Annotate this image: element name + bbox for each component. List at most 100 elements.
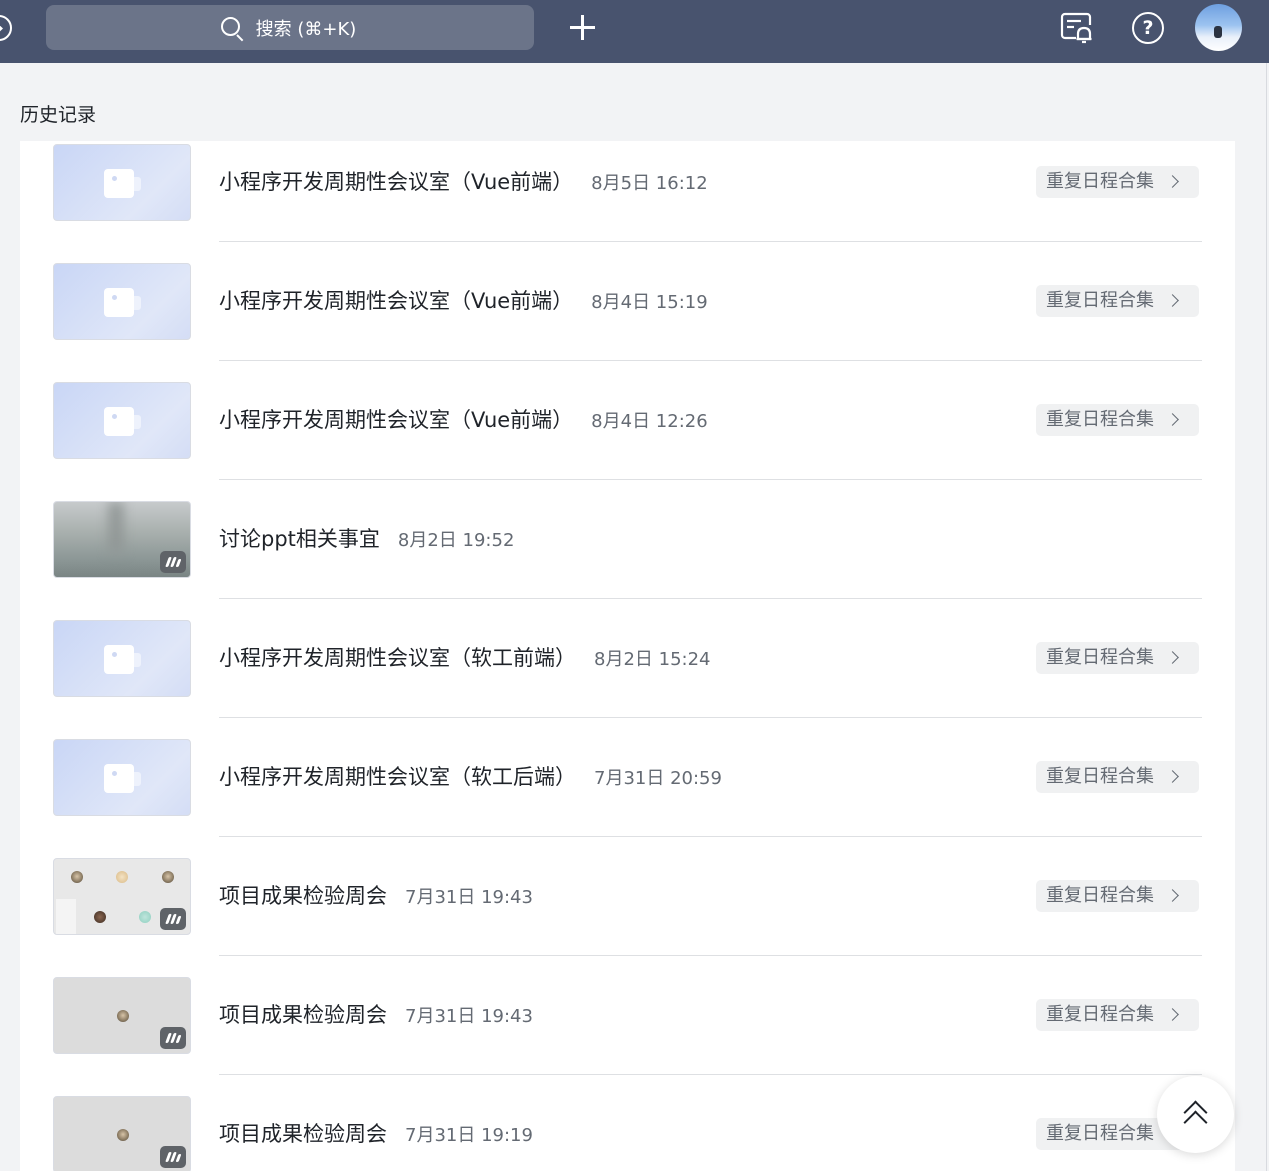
- video-camera-icon: [104, 407, 142, 436]
- participant-avatar: [71, 871, 83, 883]
- video-camera-icon: [104, 764, 142, 793]
- meeting-row[interactable]: 小程序开发周期性会议室（Vue前端） 8月5日 16:12 重复日程合集: [20, 141, 1235, 260]
- recurring-series-button[interactable]: 重复日程合集: [1036, 404, 1199, 436]
- chevron-right-icon: [1166, 1008, 1179, 1021]
- row-divider: [219, 836, 1202, 837]
- recording-icon: [160, 908, 186, 930]
- meeting-title[interactable]: 项目成果检验周会 7月31日 19:19: [219, 1118, 533, 1148]
- recurring-series-button[interactable]: 重复日程合集: [1036, 642, 1199, 674]
- series-button-label: 重复日程合集: [1046, 1004, 1154, 1025]
- meeting-thumbnail[interactable]: [53, 977, 191, 1054]
- chevron-right-icon: [1166, 175, 1179, 188]
- recurring-series-button[interactable]: 重复日程合集: [1036, 999, 1199, 1031]
- search-placeholder: 搜索 (⌘+K): [255, 18, 357, 40]
- top-bar: 搜索 (⌘+K) ?: [0, 0, 1269, 63]
- participant-avatar: [116, 871, 128, 883]
- recording-icon: [160, 1146, 186, 1168]
- meeting-name: 小程序开发周期性会议室（Vue前端）: [219, 289, 574, 313]
- series-button-label: 重复日程合集: [1046, 885, 1154, 906]
- row-divider: [219, 955, 1202, 956]
- meeting-title[interactable]: 小程序开发周期性会议室（软工后端） 7月31日 20:59: [219, 761, 722, 791]
- participant-avatar: [139, 911, 151, 923]
- row-divider: [219, 479, 1202, 480]
- series-button-label: 重复日程合集: [1046, 409, 1154, 430]
- meeting-thumbnail[interactable]: [53, 263, 191, 340]
- meeting-title[interactable]: 项目成果检验周会 7月31日 19:43: [219, 880, 533, 910]
- series-button-label: 重复日程合集: [1046, 1123, 1154, 1144]
- participant-avatar: [117, 1010, 129, 1022]
- page-title: 历史记录: [20, 104, 97, 126]
- series-button-label: 重复日程合集: [1046, 647, 1154, 668]
- back-to-top-button[interactable]: [1157, 1076, 1234, 1153]
- row-divider: [219, 360, 1202, 361]
- video-camera-icon: [104, 645, 142, 674]
- meeting-title[interactable]: 小程序开发周期性会议室（软工前端） 8月2日 15:24: [219, 642, 711, 672]
- chevron-right-icon: [1166, 413, 1179, 426]
- recurring-series-button[interactable]: 重复日程合集: [1036, 166, 1199, 198]
- meeting-thumbnail[interactable]: [53, 382, 191, 459]
- meeting-row[interactable]: 项目成果检验周会 7月31日 19:19 重复日程合集: [20, 1093, 1235, 1171]
- video-camera-icon: [104, 169, 142, 198]
- meeting-title[interactable]: 小程序开发周期性会议室（Vue前端） 8月4日 15:19: [219, 285, 708, 315]
- meeting-time: 8月4日 15:19: [591, 292, 708, 313]
- scrollbar-track: [1266, 63, 1267, 1171]
- meeting-time: 8月4日 12:26: [591, 411, 708, 432]
- recurring-series-button[interactable]: 重复日程合集: [1036, 285, 1199, 317]
- meeting-name: 小程序开发周期性会议室（Vue前端）: [219, 170, 574, 194]
- recording-icon: [160, 551, 186, 573]
- chevron-right-icon: [1166, 889, 1179, 902]
- video-camera-icon: [104, 288, 142, 317]
- help-icon[interactable]: ?: [1132, 12, 1164, 44]
- meeting-time: 7月31日 19:19: [405, 1125, 533, 1146]
- meeting-time: 7月31日 20:59: [594, 768, 722, 789]
- search-box[interactable]: 搜索 (⌘+K): [46, 5, 534, 50]
- row-divider: [219, 241, 1202, 242]
- meeting-title[interactable]: 讨论ppt相关事宜 8月2日 19:52: [219, 523, 514, 553]
- meeting-row[interactable]: 小程序开发周期性会议室（Vue前端） 8月4日 12:26 重复日程合集: [20, 379, 1235, 498]
- meeting-thumbnail[interactable]: [53, 620, 191, 697]
- meeting-time: 8月5日 16:12: [591, 173, 708, 194]
- meeting-time: 7月31日 19:43: [405, 1006, 533, 1027]
- series-button-label: 重复日程合集: [1046, 290, 1154, 311]
- meeting-name: 项目成果检验周会: [219, 1122, 387, 1146]
- meeting-row[interactable]: 小程序开发周期性会议室（软工后端） 7月31日 20:59 重复日程合集: [20, 736, 1235, 855]
- recurring-series-button[interactable]: 重复日程合集: [1036, 761, 1199, 793]
- meeting-row[interactable]: 项目成果检验周会 7月31日 19:43 重复日程合集: [20, 855, 1235, 974]
- chevron-right-icon: [1166, 651, 1179, 664]
- notification-icon[interactable]: [1059, 11, 1095, 45]
- series-button-label: 重复日程合集: [1046, 766, 1154, 787]
- row-divider: [219, 598, 1202, 599]
- chevron-right-icon: [1166, 770, 1179, 783]
- meeting-thumbnail[interactable]: [53, 858, 191, 935]
- meeting-row[interactable]: 小程序开发周期性会议室（Vue前端） 8月4日 15:19 重复日程合集: [20, 260, 1235, 379]
- meeting-name: 讨论ppt相关事宜: [219, 527, 380, 551]
- meeting-name: 项目成果检验周会: [219, 1003, 387, 1027]
- meeting-time: 8月2日 15:24: [594, 649, 711, 670]
- meeting-thumbnail[interactable]: [53, 144, 191, 221]
- meeting-name: 小程序开发周期性会议室（软工前端）: [219, 646, 576, 670]
- meeting-row[interactable]: 小程序开发周期性会议室（软工前端） 8月2日 15:24 重复日程合集: [20, 617, 1235, 736]
- meeting-row[interactable]: 项目成果检验周会 7月31日 19:43 重复日程合集: [20, 974, 1235, 1093]
- meeting-thumbnail[interactable]: [53, 739, 191, 816]
- meeting-title[interactable]: 项目成果检验周会 7月31日 19:43: [219, 999, 533, 1029]
- chevron-right-icon: [1166, 294, 1179, 307]
- meeting-time: 8月2日 19:52: [397, 530, 515, 551]
- meeting-name: 小程序开发周期性会议室（Vue前端）: [219, 408, 574, 432]
- recurring-series-button[interactable]: 重复日程合集: [1036, 880, 1199, 912]
- meeting-row[interactable]: 讨论ppt相关事宜 8月2日 19:52: [20, 498, 1235, 617]
- participant-avatar: [162, 871, 174, 883]
- search-icon: [220, 16, 244, 41]
- row-divider: [219, 717, 1202, 718]
- plus-icon[interactable]: [570, 15, 595, 40]
- meeting-thumbnail[interactable]: [53, 501, 191, 578]
- meeting-title[interactable]: 小程序开发周期性会议室（Vue前端） 8月5日 16:12: [219, 166, 708, 196]
- back-icon[interactable]: [0, 15, 12, 41]
- meeting-title[interactable]: 小程序开发周期性会议室（Vue前端） 8月4日 12:26: [219, 404, 708, 434]
- row-divider: [219, 1074, 1202, 1075]
- meeting-thumbnail[interactable]: [53, 1096, 191, 1171]
- meeting-time: 7月31日 19:43: [405, 887, 533, 908]
- meeting-name: 小程序开发周期性会议室（软工后端）: [219, 765, 576, 789]
- series-button-label: 重复日程合集: [1046, 171, 1154, 192]
- avatar[interactable]: [1195, 4, 1242, 51]
- participant-avatar: [117, 1129, 129, 1141]
